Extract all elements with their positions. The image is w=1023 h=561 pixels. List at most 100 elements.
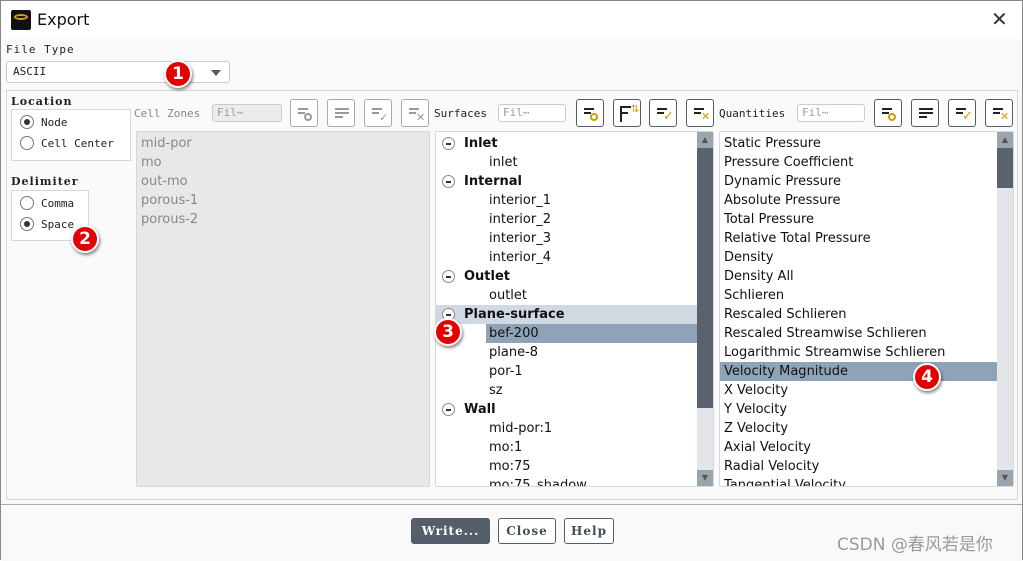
quantities-list[interactable]: Tangential Velocity Radial Velocity Axial …: [719, 131, 1014, 487]
scroll-up-icon[interactable]: ▲: [997, 132, 1013, 148]
collapse-icon[interactable]: [442, 137, 455, 150]
tree-item[interactable]: interior_3: [436, 229, 697, 248]
list-item[interactable]: Y Velocity: [720, 400, 997, 419]
select-all-zones-button[interactable]: [290, 99, 318, 127]
tree-item[interactable]: inlet: [436, 153, 697, 172]
list-item[interactable]: Rescaled Schlieren: [720, 305, 997, 324]
item-label: Plane-surface: [464, 307, 565, 322]
list-item[interactable]: Density All: [720, 267, 997, 286]
scrollbar-thumb[interactable]: [697, 148, 713, 408]
clear-quantities-button[interactable]: ✕: [985, 99, 1013, 127]
cell-zones-list[interactable]: mid-por mo out-mo porous-1 porous-2: [136, 131, 430, 487]
write-button[interactable]: Write...: [411, 518, 490, 544]
clear-surfaces-button[interactable]: ✕: [686, 99, 714, 127]
radio-node[interactable]: Node: [20, 115, 68, 129]
tree-item[interactable]: interior_1: [436, 191, 697, 210]
list-item[interactable]: Static Pressure: [720, 134, 997, 153]
list-item[interactable]: Schlieren: [720, 286, 997, 305]
select-all-quantities-button[interactable]: [874, 99, 902, 127]
delimiter-label: Delimiter: [11, 175, 79, 188]
tree-item[interactable]: interior_2: [436, 210, 697, 229]
scroll-down-icon[interactable]: ▼: [997, 470, 1013, 486]
check-quantities-button[interactable]: ✓: [948, 99, 976, 127]
surfaces-label: Surfaces: [434, 107, 487, 120]
item-label: interior_4: [489, 250, 551, 265]
group-surfaces-button[interactable]: ⇅: [613, 99, 641, 127]
list-item[interactable]: Radial Velocity: [720, 457, 997, 476]
tree-item[interactable]: por-1: [436, 362, 697, 381]
scroll-up-icon[interactable]: ▲: [697, 132, 713, 148]
close-icon[interactable]: ✕: [991, 7, 1008, 31]
annotation-badge: 1: [164, 60, 192, 88]
list-item[interactable]: Relative Total Pressure: [720, 229, 997, 248]
collapse-icon[interactable]: [442, 403, 455, 416]
list-item[interactable]: Logarithmic Streamwise Schlieren: [720, 343, 997, 362]
list-item[interactable]: Rescaled Streamwise Schlieren: [720, 324, 997, 343]
sort-quantities-button[interactable]: [911, 99, 939, 127]
item-label: sz: [489, 383, 503, 398]
list-item[interactable]: Density: [720, 248, 997, 267]
tree-item[interactable]: outlet: [436, 286, 697, 305]
annotation-badge: 2: [71, 225, 99, 253]
sort-zones-button[interactable]: [327, 99, 355, 127]
item-label: interior_3: [489, 231, 551, 246]
tree-group[interactable]: Plane-surface: [436, 305, 697, 324]
list-item[interactable]: Z Velocity: [720, 419, 997, 438]
list-item[interactable]: porous-1: [137, 191, 413, 210]
tree-item[interactable]: mo:1: [436, 438, 697, 457]
help-button[interactable]: Help: [564, 518, 614, 544]
file-type-select[interactable]: ASCII: [6, 61, 230, 83]
radio-space[interactable]: Space: [20, 217, 74, 231]
item-label: Inlet: [464, 136, 498, 151]
clear-zones-button[interactable]: ✕: [401, 99, 429, 127]
list-item[interactable]: Tangential Velocity: [720, 476, 997, 486]
location-group: Node Cell Center: [11, 109, 131, 161]
tree-item[interactable]: bef-200: [436, 324, 697, 343]
check-surfaces-button[interactable]: ✓: [649, 99, 677, 127]
tree-item[interactable]: mid-por:1: [436, 419, 697, 438]
tree-item[interactable]: plane-8: [436, 343, 697, 362]
list-item[interactable]: X Velocity: [720, 381, 997, 400]
item-label: outlet: [489, 288, 527, 303]
close-button[interactable]: Close: [498, 518, 556, 544]
scroll-down-icon[interactable]: ▼: [697, 470, 713, 486]
surfaces-list[interactable]: mo:75_shadow mo:75 mo:1 mid-por:1 Wall sz por-…: [435, 131, 714, 487]
list-item[interactable]: Total Pressure: [720, 210, 997, 229]
list-item[interactable]: Absolute Pressure: [720, 191, 997, 210]
tree-item[interactable]: sz: [436, 381, 697, 400]
list-item[interactable]: mid-por: [137, 134, 413, 153]
tree-group[interactable]: Wall: [436, 400, 697, 419]
scrollbar-thumb[interactable]: [997, 148, 1013, 188]
list-item[interactable]: porous-2: [137, 210, 413, 229]
radio-comma[interactable]: Comma: [20, 196, 74, 210]
app-logo-icon: [11, 10, 31, 30]
tree-group[interactable]: Outlet: [436, 267, 697, 286]
collapse-icon[interactable]: [442, 270, 455, 283]
cell-zones-filter[interactable]: Fil⋯: [212, 104, 282, 122]
surfaces-scrollbar[interactable]: ▲ ▼: [697, 132, 713, 486]
collapse-icon[interactable]: [442, 175, 455, 188]
cell-zones-label: Cell Zones: [134, 107, 201, 120]
divider: [1, 504, 1022, 505]
list-item[interactable]: Velocity Magnitude: [720, 362, 997, 381]
tree-item[interactable]: mo:75_shadow: [436, 476, 697, 487]
list-item[interactable]: out-mo: [137, 172, 413, 191]
list-item[interactable]: Dynamic Pressure: [720, 172, 997, 191]
quantities-scrollbar[interactable]: ▲ ▼: [997, 132, 1013, 486]
list-item[interactable]: Pressure Coefficient: [720, 153, 997, 172]
item-label: mo:1: [489, 440, 523, 455]
item-label: por-1: [489, 364, 523, 379]
tree-group[interactable]: Internal: [436, 172, 697, 191]
tree-item[interactable]: interior_4: [436, 248, 697, 267]
quantities-filter[interactable]: Fil⋯: [797, 104, 865, 122]
surfaces-filter[interactable]: Fil⋯: [498, 104, 566, 122]
select-all-surfaces-button[interactable]: [576, 99, 604, 127]
check-zones-button[interactable]: ✓: [364, 99, 392, 127]
item-label: interior_2: [489, 212, 551, 227]
list-item[interactable]: mo: [137, 153, 413, 172]
list-item[interactable]: Axial Velocity: [720, 438, 997, 457]
radio-cell-center[interactable]: Cell Center: [20, 136, 114, 150]
tree-item[interactable]: mo:75: [436, 457, 697, 476]
item-label: mo:75_shadow: [489, 478, 587, 487]
tree-group[interactable]: Inlet: [436, 134, 697, 153]
